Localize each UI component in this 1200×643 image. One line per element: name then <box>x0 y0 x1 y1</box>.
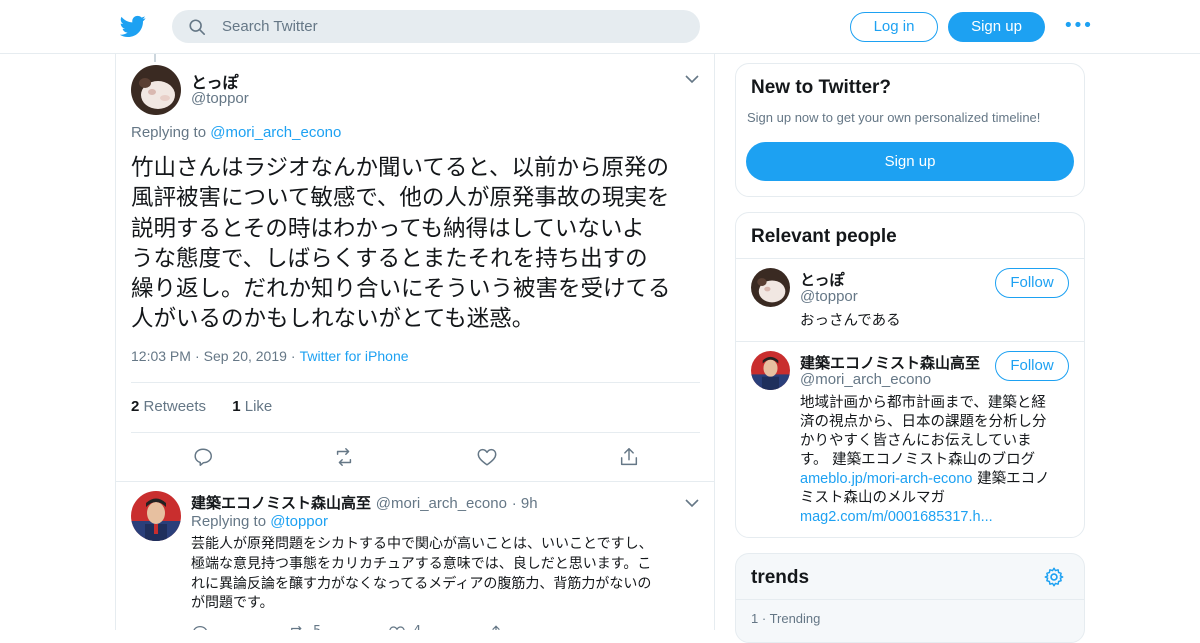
person-bio: 地域計画から都市計画まで、建築と経 済の視点から、日本の課題を分析し分 かりやす… <box>800 395 1050 525</box>
new-to-twitter-subtitle: Sign up now to get your own personalized… <box>747 110 1041 125</box>
divider <box>131 382 700 383</box>
divider <box>736 599 1084 600</box>
person-name[interactable]: 建築エコノミスト森山高至 <box>800 352 980 373</box>
reply-retweet-count: 5 <box>313 624 321 630</box>
trends-title: trends <box>751 567 810 588</box>
person-handle[interactable]: @mori_arch_econo <box>800 371 931 388</box>
reply-author-avatar[interactable] <box>131 491 181 541</box>
likes-stat[interactable]: 1 Like <box>232 398 272 415</box>
author-handle[interactable]: @toppor <box>191 90 249 107</box>
tweet-time[interactable]: 12:03 PM <box>131 348 191 364</box>
reply-icon[interactable] <box>192 446 214 468</box>
search-icon <box>189 19 206 36</box>
sidebar-signup-button[interactable]: Sign up <box>746 142 1074 181</box>
retweets-stat[interactable]: 2 Retweets <box>131 398 206 415</box>
person-name[interactable]: とっぽ <box>800 269 845 290</box>
bio-link-blog[interactable]: ameblo.jp/mori-arch-econo <box>800 471 972 487</box>
login-button[interactable]: Log in <box>850 12 938 42</box>
divider <box>116 481 714 482</box>
reply-replying-to: Replying to @toppor <box>191 513 328 530</box>
twitter-bird-logo-icon[interactable] <box>120 13 146 39</box>
tweet-actions <box>116 444 714 472</box>
replying-to-link[interactable]: @mori_arch_econo <box>210 124 341 141</box>
more-options-icon[interactable]: ••• <box>1063 17 1093 35</box>
tweet-stats: 2 Retweets 1 Like <box>131 398 272 415</box>
share-icon[interactable] <box>618 446 640 468</box>
divider <box>131 432 700 433</box>
chevron-down-icon[interactable] <box>685 498 699 508</box>
reply-actions: 5 4 <box>191 624 591 630</box>
search-placeholder[interactable]: Search Twitter <box>222 18 318 35</box>
reply-text: 芸能人が原発問題をシカトする中で関心が高いことは、いいことですし、 極端な意見持… <box>191 536 653 612</box>
follow-button[interactable]: Follow <box>995 351 1069 381</box>
tweet-metadata: 12:03 PM · Sep 20, 2019 · Twitter for iPhone <box>131 348 409 364</box>
person-bio: おっさんである <box>800 313 901 329</box>
new-to-twitter-card: New to Twitter? Sign up now to get your … <box>735 63 1085 197</box>
chevron-down-icon[interactable] <box>685 74 699 84</box>
reply-author-name[interactable]: 建築エコノミスト森山高至 <box>191 494 371 512</box>
follow-button[interactable]: Follow <box>995 268 1069 298</box>
person-avatar[interactable] <box>751 351 790 390</box>
relevant-people-title: Relevant people <box>751 226 897 247</box>
reply-author-handle[interactable]: @mori_arch_econo <box>376 495 507 512</box>
new-to-twitter-title: New to Twitter? <box>751 77 892 98</box>
relevant-people-card: Relevant people とっぽ @toppor Follow おっさんで… <box>735 212 1085 538</box>
replying-to: Replying to @mori_arch_econo <box>131 124 342 141</box>
reply-header: 建築エコノミスト森山高至 @mori_arch_econo · 9h <box>191 494 538 512</box>
divider <box>736 258 1084 259</box>
person-avatar[interactable] <box>751 268 790 307</box>
tweet-column: とっぽ @toppor Replying to @mori_arch_econo… <box>115 54 715 630</box>
author-avatar[interactable] <box>131 65 181 115</box>
tweet-source-link[interactable]: Twitter for iPhone <box>300 348 409 364</box>
reply-like-count: 4 <box>413 624 421 630</box>
share-icon[interactable] <box>487 624 505 630</box>
search-bar[interactable]: Search Twitter <box>172 10 700 43</box>
retweet-icon[interactable] <box>333 446 355 468</box>
top-bar: Search Twitter Log in Sign up ••• <box>0 0 1200 54</box>
like-heart-icon[interactable] <box>476 446 498 468</box>
settings-gear-icon[interactable] <box>1043 566 1065 588</box>
tweet-date[interactable]: Sep 20, 2019 <box>204 348 287 364</box>
divider <box>736 341 1084 342</box>
reply-replying-to-link[interactable]: @toppor <box>270 513 328 530</box>
signup-button[interactable]: Sign up <box>948 12 1045 42</box>
bio-link-mailmag[interactable]: mag2.com/m/0001685317.h... <box>800 509 993 525</box>
trend-item-meta[interactable]: 1 · Trending <box>751 611 820 626</box>
reply-icon[interactable] <box>191 624 209 630</box>
reply-age[interactable]: 9h <box>521 495 538 512</box>
person-handle[interactable]: @toppor <box>800 288 858 305</box>
tweet-text: 竹山さんはラジオなんか聞いてると、以前から原発の 風評被害について敏感で、他の人… <box>131 155 671 333</box>
thread-line <box>154 54 156 62</box>
like-heart-icon[interactable] <box>388 624 406 630</box>
retweet-icon[interactable] <box>288 624 306 630</box>
